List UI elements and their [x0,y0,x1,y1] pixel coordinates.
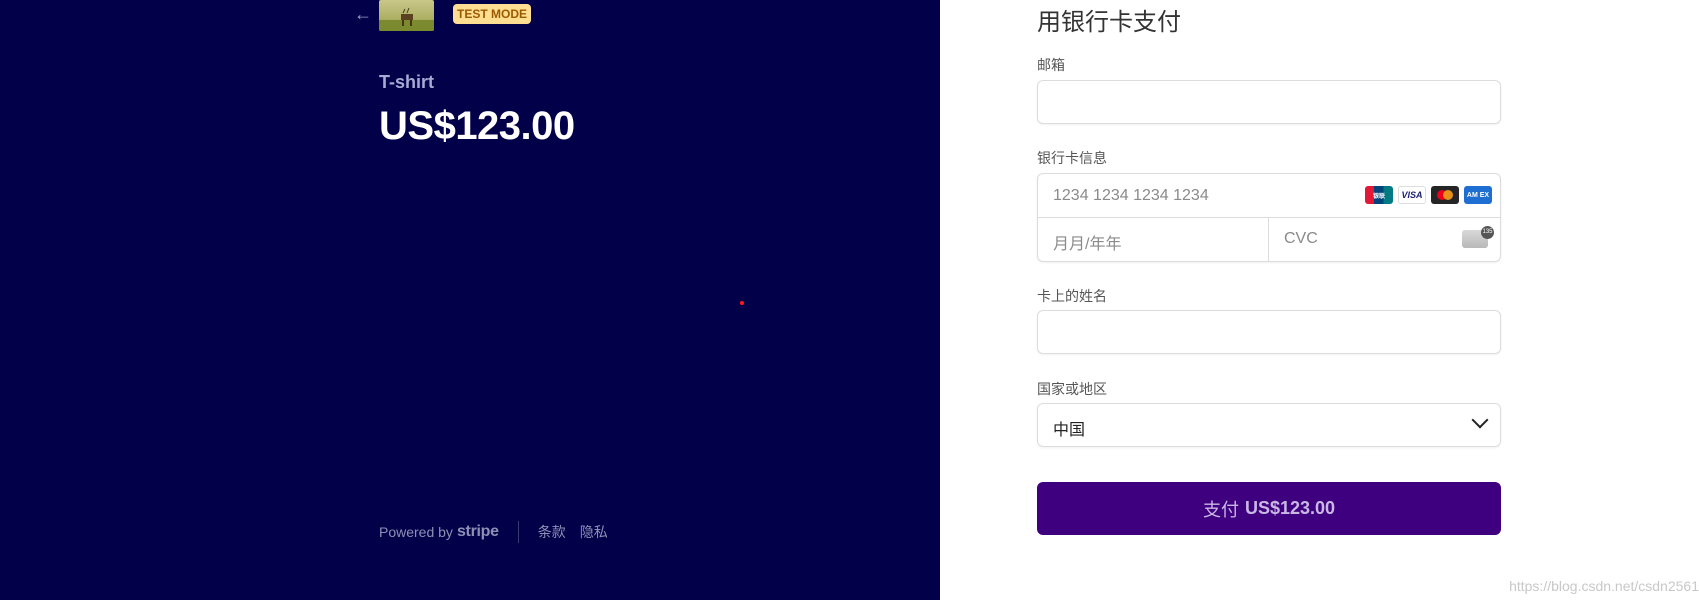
cvc-card-icon: 135 [1462,226,1494,248]
country-value: 中国 [1053,422,1086,439]
privacy-link[interactable]: 隐私 [580,522,608,542]
product-thumbnail [379,0,434,31]
card-info-label: 银行卡信息 [1037,150,1107,166]
pay-button-prefix: 支付 [1202,499,1239,520]
cardholder-name-field[interactable] [1037,310,1501,354]
footer-divider [517,521,519,543]
email-field[interactable] [1037,80,1501,124]
chevron-down-icon [1471,411,1489,429]
mastercard-icon [1431,186,1459,204]
powered-by-text: Powered by [379,524,453,540]
stripe-logo: stripe [456,523,499,540]
form-heading: 用银行卡支付 [1037,9,1181,36]
left-footer: Powered by stripe 条款 隐私 [379,521,622,543]
terms-link[interactable]: 条款 [538,522,566,542]
expiry-placeholder: 月月/年年 [1053,236,1122,253]
product-name: T-shirt [379,72,435,92]
watermark: https://blog.csdn.net/csdn2561 [1509,578,1699,594]
country-select[interactable]: 中国 [1037,403,1501,447]
expiry-field[interactable]: 月月/年年 [1038,218,1269,261]
cvc-placeholder: CVC [1284,230,1318,247]
visa-icon: VISA [1398,186,1426,204]
card-number-field[interactable]: 1234 1234 1234 1234 银联 VISA AM EX [1038,174,1500,218]
unionpay-icon: 银联 [1365,186,1393,204]
order-summary-panel: ← TEST MODE T-shirt US$123.00 Powered by… [0,0,940,600]
powered-by-stripe[interactable]: Powered by stripe [379,523,499,541]
product-price: US$123.00 [379,104,575,148]
amex-icon: AM EX [1464,186,1492,204]
payment-form-panel: 用银行卡支付 邮箱 银行卡信息 1234 1234 1234 1234 银联 V… [940,0,1699,600]
back-arrow-icon[interactable]: ← [354,4,374,24]
email-label: 邮箱 [1037,57,1065,73]
pay-button-amount: US$123.00 [1244,498,1336,518]
card-number-placeholder: 1234 1234 1234 1234 [1053,187,1209,204]
cardholder-name-label: 卡上的姓名 [1037,288,1107,304]
cvc-field[interactable]: CVC 135 [1269,218,1500,261]
country-label: 国家或地区 [1037,381,1107,397]
test-mode-badge: TEST MODE [453,4,532,24]
card-brand-logos: 银联 VISA AM EX [1365,186,1492,204]
pay-button[interactable]: 支付 US$123.00 [1037,482,1501,535]
card-info-group: 1234 1234 1234 1234 银联 VISA AM EX 月月/年年 … [1037,173,1501,262]
cursor-dot [740,301,744,305]
